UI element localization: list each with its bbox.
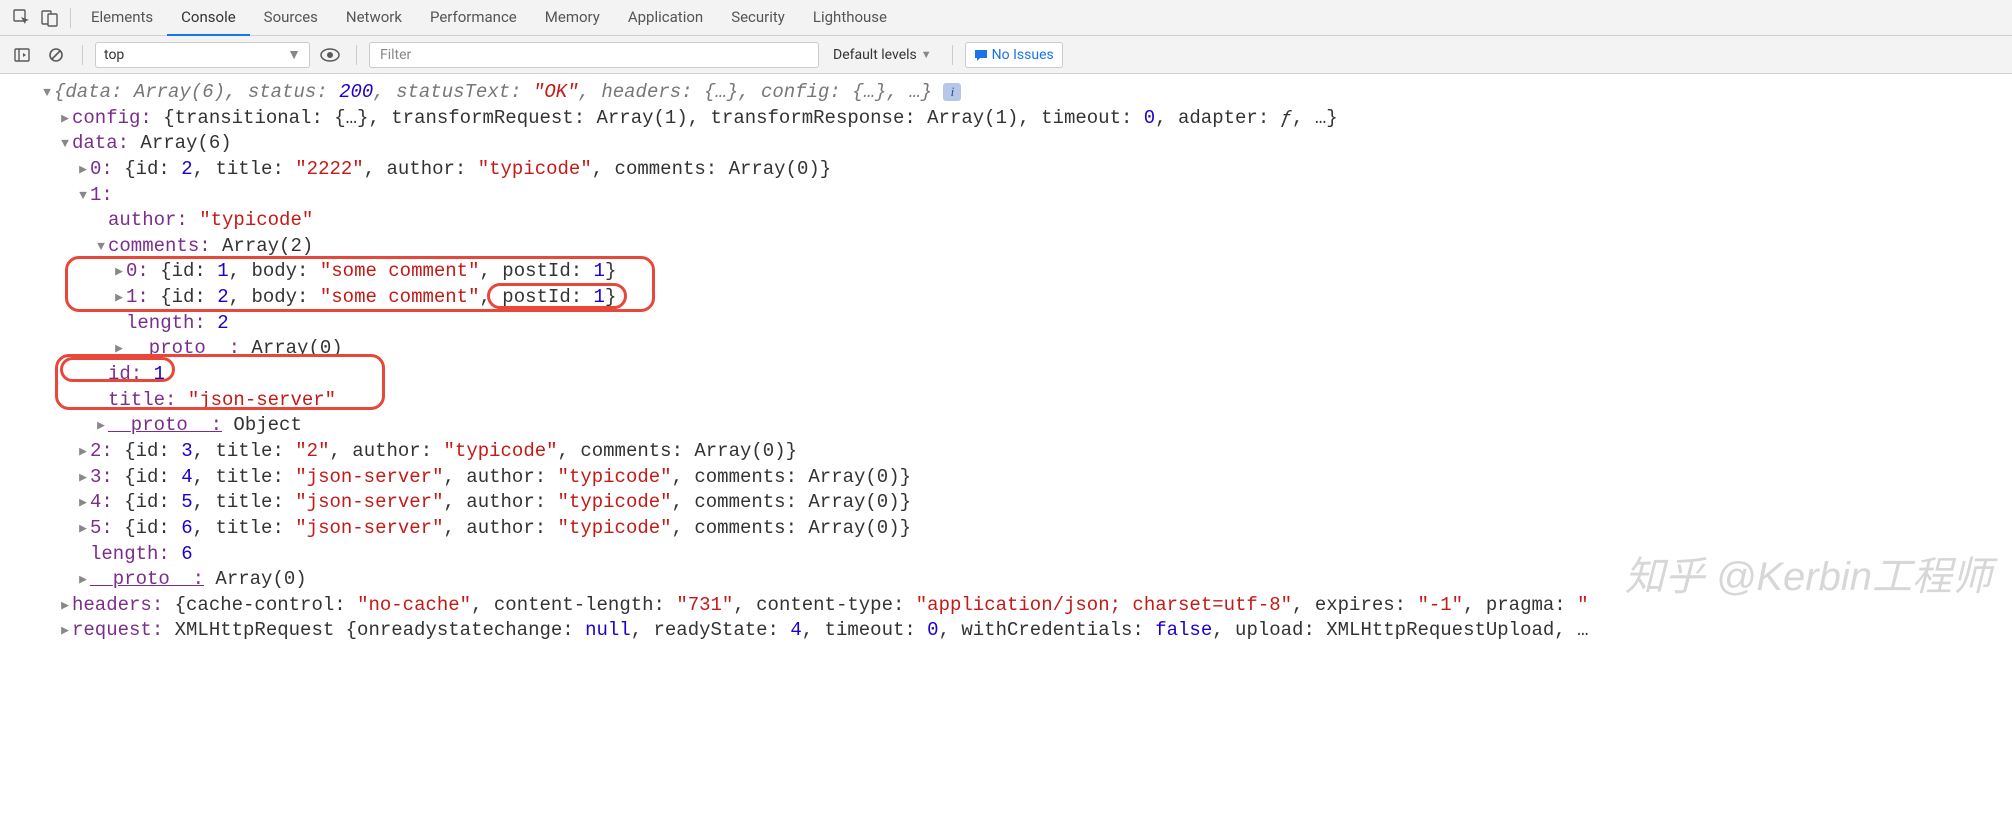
log-comments-proto[interactable]: ▶__proto__: Array(0) [40, 336, 2002, 362]
log-item1-proto[interactable]: ▶__proto__: Object [40, 413, 2002, 439]
info-icon[interactable]: i [943, 83, 961, 101]
log-item1-comments[interactable]: ▼comments: Array(2) [40, 234, 2002, 260]
log-headers[interactable]: ▶headers: {cache-control: "no-cache", co… [40, 593, 2002, 619]
toolbar-divider [70, 8, 71, 28]
tab-sources[interactable]: Sources [250, 0, 332, 36]
device-toggle-icon[interactable] [36, 4, 64, 32]
devtools-tabs-toolbar: Elements Console Sources Network Perform… [0, 0, 2012, 36]
expand-arrow[interactable]: ▶ [112, 289, 126, 307]
log-comments-length[interactable]: length: 2 [40, 311, 2002, 337]
expand-arrow[interactable]: ▶ [76, 571, 90, 589]
log-data-item-2[interactable]: ▶2: {id: 3, title: "2", author: "typicod… [40, 439, 2002, 465]
log-data[interactable]: ▼data: Array(6) [40, 131, 2002, 157]
expand-arrow[interactable]: ▶ [94, 417, 108, 435]
log-data-item-1[interactable]: ▼1: [40, 183, 2002, 209]
tab-security[interactable]: Security [717, 0, 799, 36]
filter-placeholder: Filter [380, 47, 411, 63]
log-data-item-5[interactable]: ▶5: {id: 6, title: "json-server", author… [40, 516, 2002, 542]
log-data-item-4[interactable]: ▶4: {id: 5, title: "json-server", author… [40, 490, 2002, 516]
expand-arrow[interactable]: ▶ [76, 161, 90, 179]
log-top-summary[interactable]: ▼{data: Array(6), status: 200, statusTex… [40, 80, 2002, 106]
log-item1-author[interactable]: author: "typicode" [40, 208, 2002, 234]
context-select[interactable]: top ▼ [95, 42, 310, 68]
tab-console[interactable]: Console [167, 0, 250, 36]
subtoolbar-divider-2 [356, 45, 357, 65]
expand-arrow[interactable]: ▶ [76, 520, 90, 538]
tab-elements[interactable]: Elements [77, 0, 167, 36]
context-value: top [104, 47, 124, 63]
clear-console-icon[interactable] [42, 41, 70, 69]
issues-label: No Issues [992, 47, 1054, 63]
chat-icon [974, 48, 988, 62]
expand-arrow[interactable]: ▶ [76, 494, 90, 512]
console-toolbar: top ▼ Filter Default levels ▼ No Issues [0, 36, 2012, 74]
tab-application[interactable]: Application [614, 0, 717, 36]
log-item1-id[interactable]: id: 1 [40, 362, 2002, 388]
log-data-proto[interactable]: ▶__proto__: Array(0) [40, 567, 2002, 593]
expand-arrow[interactable]: ▶ [112, 263, 126, 281]
log-request[interactable]: ▶request: XMLHttpRequest {onreadystatech… [40, 618, 2002, 644]
expand-arrow[interactable]: ▶ [112, 340, 126, 358]
console-output: ▼{data: Array(6), status: 200, statusTex… [0, 74, 2012, 654]
tab-lighthouse[interactable]: Lighthouse [799, 0, 901, 36]
panel-tabs: Elements Console Sources Network Perform… [77, 0, 901, 36]
expand-arrow[interactable]: ▼ [94, 238, 108, 256]
live-expression-icon[interactable] [316, 41, 344, 69]
log-item1-title[interactable]: title: "json-server" [40, 388, 2002, 414]
expand-arrow[interactable]: ▶ [58, 622, 72, 640]
log-comment-0[interactable]: ▶0: {id: 1, body: "some comment", postId… [40, 259, 2002, 285]
log-levels-select[interactable]: Default levels ▼ [825, 42, 940, 68]
tab-performance[interactable]: Performance [416, 0, 531, 36]
subtoolbar-divider-3 [952, 45, 953, 65]
log-data-item-0[interactable]: ▶0: {id: 2, title: "2222", author: "typi… [40, 157, 2002, 183]
chevron-down-icon: ▼ [921, 48, 932, 61]
expand-arrow[interactable]: ▶ [76, 443, 90, 461]
tab-network[interactable]: Network [332, 0, 416, 36]
tab-memory[interactable]: Memory [531, 0, 614, 36]
sidebar-toggle-icon[interactable] [8, 41, 36, 69]
log-comment-1[interactable]: ▶1: {id: 2, body: "some comment", postId… [40, 285, 2002, 311]
filter-input[interactable]: Filter [369, 42, 819, 68]
chevron-down-icon: ▼ [287, 46, 301, 63]
expand-arrow[interactable]: ▶ [76, 469, 90, 487]
inspect-icon[interactable] [8, 4, 36, 32]
expand-arrow[interactable]: ▶ [58, 597, 72, 615]
expand-arrow[interactable]: ▼ [76, 187, 90, 205]
levels-label: Default levels [833, 47, 917, 63]
issues-indicator[interactable]: No Issues [965, 42, 1063, 68]
log-data-length[interactable]: length: 6 [40, 542, 2002, 568]
log-config[interactable]: ▶config: {transitional: {…}, transformRe… [40, 106, 2002, 132]
expand-arrow[interactable]: ▼ [40, 84, 54, 102]
subtoolbar-divider [82, 45, 83, 65]
expand-arrow[interactable]: ▼ [58, 135, 72, 153]
log-data-item-3[interactable]: ▶3: {id: 4, title: "json-server", author… [40, 465, 2002, 491]
expand-arrow[interactable]: ▶ [58, 110, 72, 128]
